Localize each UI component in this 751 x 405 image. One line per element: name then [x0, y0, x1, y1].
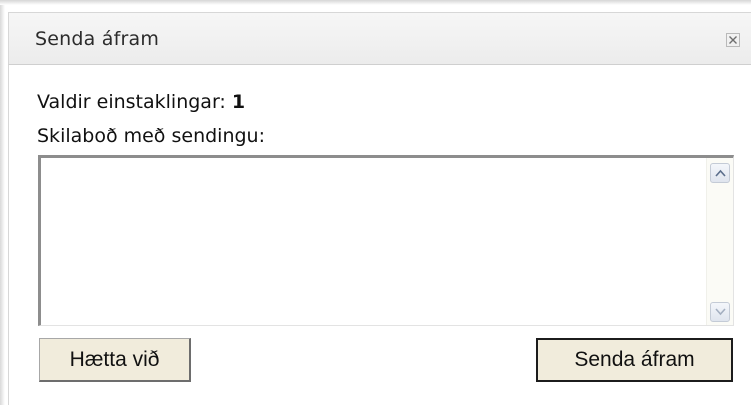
message-textarea[interactable]	[41, 158, 706, 324]
send-forward-button[interactable]: Senda áfram	[536, 338, 733, 382]
dialog-title: Senda áfram	[35, 28, 160, 50]
close-icon[interactable]	[726, 32, 740, 47]
message-textarea-frame	[38, 155, 734, 326]
scroll-down-button[interactable]	[710, 302, 730, 322]
scroll-up-button[interactable]	[710, 163, 730, 183]
cancel-button[interactable]: Hætta við	[39, 338, 191, 382]
chevron-down-icon	[715, 308, 726, 316]
chevron-up-icon	[715, 169, 726, 177]
textarea-scrollbar[interactable]	[706, 158, 733, 325]
dialog-content: Valdir einstaklingar: 1 Skilaboð með sen…	[8, 65, 751, 405]
dialog-left-edge	[0, 5, 5, 405]
selected-count: 1	[231, 91, 246, 113]
dialog-top-edge	[0, 0, 751, 5]
selected-label: Valdir einstaklingar:	[37, 91, 226, 113]
forward-dialog: Senda áfram Valdir einstaklingar: 1 Skil…	[0, 0, 751, 405]
selected-count-line: Valdir einstaklingar: 1	[37, 91, 245, 113]
dialog-titlebar: Senda áfram	[8, 12, 751, 65]
message-label: Skilaboð með sendingu:	[37, 125, 265, 147]
